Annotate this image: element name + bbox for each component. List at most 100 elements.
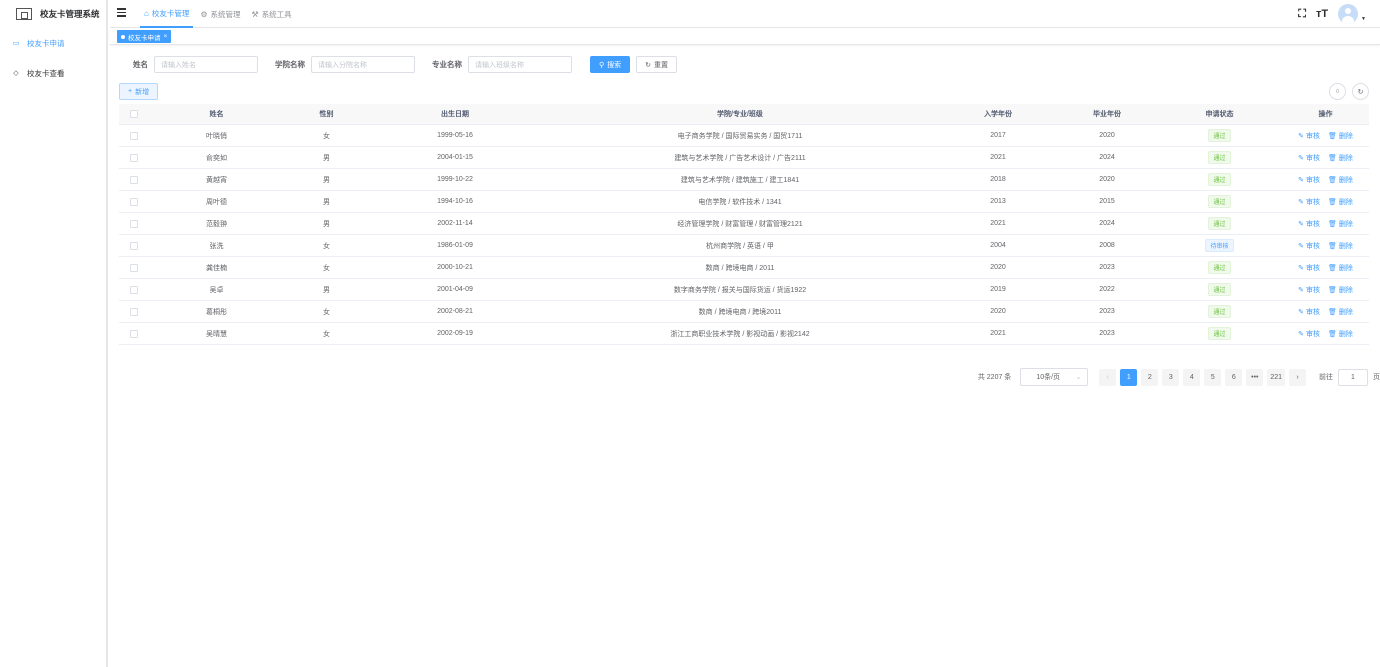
delete-button[interactable]: 🗑 删除 — [1328, 263, 1353, 273]
table-row[interactable]: 俞奕如 男 2004-01-15 建筑与艺术学院 / 广告艺术设计 / 广告21… — [119, 147, 1369, 169]
row-checkbox[interactable] — [130, 329, 138, 338]
row-checkbox[interactable] — [130, 175, 138, 184]
header-enroll[interactable]: 入学年份 — [939, 109, 1057, 119]
gear-icon: ⚙ — [200, 9, 208, 19]
college-input[interactable]: 请输入分院名称 — [311, 56, 415, 73]
delete-button[interactable]: 🗑 删除 — [1328, 153, 1353, 163]
more-pages-button[interactable]: ••• — [1246, 368, 1264, 386]
cell-name: 周叶德 — [206, 198, 227, 206]
row-checkbox[interactable] — [130, 307, 138, 316]
close-icon[interactable]: × — [164, 33, 168, 40]
status-badge: 通过 — [1208, 283, 1231, 296]
edit-icon: ✎ — [1298, 220, 1305, 228]
page-size-select[interactable]: 10条/页 ⌄ — [1020, 368, 1089, 386]
table-row[interactable]: 葛桐彤 女 2002-08-21 数商 / 跨境电商 / 跨境2011 2020… — [119, 301, 1369, 323]
delete-button[interactable]: 🗑 删除 — [1328, 285, 1353, 295]
audit-button[interactable]: ✎ 审核 — [1298, 175, 1320, 185]
audit-button[interactable]: ✎ 审核 — [1298, 153, 1320, 163]
page-button[interactable]: 2 — [1141, 368, 1159, 386]
table-row[interactable]: 周叶德 男 1994-10-16 电信学院 / 软件技术 / 1341 2013… — [119, 191, 1369, 213]
row-checkbox[interactable] — [130, 263, 138, 272]
tool-icon: ⚒ — [251, 9, 259, 19]
trash-icon: 🗑 — [1327, 264, 1337, 272]
table-row[interactable]: 范毅翀 男 2002-11-14 经济管理学院 / 财富管理 / 财富管理212… — [119, 213, 1369, 235]
header-name[interactable]: 姓名 — [149, 109, 284, 119]
table-row[interactable]: 叶晓俏 女 1999-05-16 电子商务学院 / 国际贸易实务 / 国贸171… — [119, 125, 1369, 147]
sidebar-item-1[interactable]: ◇ 校友卡查看 — [0, 58, 106, 88]
delete-button[interactable]: 🗑 删除 — [1328, 329, 1353, 339]
table-row[interactable]: 吴卓 男 2001-04-09 数字商务学院 / 报关与国际货运 / 货运192… — [119, 279, 1369, 301]
reset-button[interactable]: ↻ 重置 — [636, 56, 678, 73]
topnav-tab-0[interactable]: ⌂ 校友卡管理 — [140, 0, 194, 28]
cell-enroll: 2020 — [990, 264, 1006, 271]
name-label: 姓名 — [133, 60, 148, 69]
delete-button[interactable]: 🗑 删除 — [1328, 219, 1353, 229]
audit-label: 审核 — [1305, 176, 1320, 184]
delete-button[interactable]: 🗑 删除 — [1328, 307, 1353, 317]
page-button[interactable]: 5 — [1204, 368, 1222, 386]
cell-school: 数商 / 跨境电商 / 跨境2011 — [698, 308, 782, 316]
data-table: 姓名 性别 出生日期 学院/专业/班级 入学年份 毕业年份 申请状态 操作 叶晓… — [119, 104, 1369, 345]
edit-icon: ✎ — [1298, 330, 1305, 338]
header-sex[interactable]: 性别 — [284, 109, 369, 119]
row-checkbox[interactable] — [130, 285, 138, 294]
audit-button[interactable]: ✎ 审核 — [1298, 219, 1320, 229]
select-all-checkbox[interactable] — [130, 110, 138, 118]
prev-page-button[interactable]: ‹ — [1099, 368, 1117, 386]
delete-button[interactable]: 🗑 删除 — [1328, 197, 1353, 207]
row-checkbox[interactable] — [130, 241, 138, 250]
audit-button[interactable]: ✎ 审核 — [1298, 307, 1320, 317]
refresh-button[interactable]: ↻ — [1352, 83, 1369, 100]
audit-button[interactable]: ✎ 审核 — [1298, 197, 1320, 207]
audit-button[interactable]: ✎ 审核 — [1298, 285, 1320, 295]
header-grad[interactable]: 毕业年份 — [1057, 109, 1157, 119]
audit-button[interactable]: ✎ 审核 — [1298, 241, 1320, 251]
topnav-tab-1[interactable]: ⚙ 系统管理 — [196, 0, 244, 28]
row-checkbox[interactable] — [130, 219, 138, 228]
chevron-down-icon[interactable]: ▼ — [1361, 16, 1366, 22]
cell-birth: 2000-10-21 — [437, 264, 473, 271]
table-row[interactable]: 吴晴慧 女 2002-09-19 浙江工商职业技术学院 / 影视动画 / 影视2… — [119, 323, 1369, 345]
row-checkbox[interactable] — [130, 131, 138, 140]
table-row[interactable]: 黄越宵 男 1999-10-22 建筑与艺术学院 / 建筑施工 / 建工1841… — [119, 169, 1369, 191]
pagination: 共 2207 条 10条/页 ⌄ ‹ 1 2 3 4 5 6 ••• 221 › 前往 1 页 — [978, 368, 1380, 386]
page-button[interactable]: 6 — [1225, 368, 1243, 386]
name-input[interactable]: 请输入姓名 — [154, 56, 258, 73]
audit-button[interactable]: ✎ 审核 — [1298, 263, 1320, 273]
delete-button[interactable]: 🗑 删除 — [1328, 131, 1353, 141]
tag-active[interactable]: 校友卡申请 × — [117, 30, 172, 43]
trash-icon: 🗑 — [1327, 330, 1337, 338]
delete-button[interactable]: 🗑 删除 — [1328, 241, 1353, 251]
table-row[interactable]: 龚佳楠 女 2000-10-21 数商 / 跨境电商 / 2011 2020 2… — [119, 257, 1369, 279]
page-button[interactable]: 3 — [1162, 368, 1180, 386]
goto-input[interactable]: 1 — [1338, 368, 1368, 386]
page-button[interactable]: 4 — [1183, 368, 1201, 386]
sidebar-item-0[interactable]: ▭ 校友卡申请 — [0, 28, 106, 58]
hamburger-icon[interactable] — [117, 8, 126, 17]
next-page-button[interactable]: › — [1289, 368, 1306, 386]
delete-button[interactable]: 🗑 删除 — [1328, 175, 1353, 185]
row-checkbox[interactable] — [130, 153, 138, 162]
cell-grad: 2008 — [1099, 242, 1115, 249]
edit-icon: ✎ — [1298, 154, 1305, 162]
fullscreen-icon[interactable]: ⛶ — [1298, 8, 1306, 21]
header-birth[interactable]: 出生日期 — [369, 109, 541, 119]
audit-button[interactable]: ✎ 审核 — [1298, 329, 1320, 339]
topnav-tab-2[interactable]: ⚒ 系统工具 — [248, 0, 296, 28]
page-button[interactable]: 1 — [1120, 368, 1138, 386]
avatar[interactable] — [1338, 4, 1359, 24]
table-row[interactable]: 张洗 女 1986-01-09 杭州商学院 / 英语 / 甲 2004 2008… — [119, 235, 1369, 257]
cell-sex: 女 — [323, 308, 330, 316]
search-button[interactable]: ⚲ 搜索 — [590, 56, 631, 73]
cell-school: 建筑与艺术学院 / 建筑施工 / 建工1841 — [680, 176, 800, 184]
row-checkbox[interactable] — [130, 197, 138, 206]
status-badge: 通过 — [1208, 305, 1231, 318]
audit-button[interactable]: ✎ 审核 — [1298, 131, 1320, 141]
header-status[interactable]: 申请状态 — [1157, 109, 1282, 119]
header-school[interactable]: 学院/专业/班级 — [541, 109, 939, 119]
page-button[interactable]: 221 — [1267, 368, 1285, 386]
add-button[interactable]: + 新增 — [119, 83, 159, 100]
search-toggle-button[interactable]: ○ — [1329, 83, 1346, 100]
major-input[interactable]: 请输入班级名称 — [468, 56, 572, 73]
font-size-icon[interactable]: ᴛT — [1316, 8, 1328, 20]
